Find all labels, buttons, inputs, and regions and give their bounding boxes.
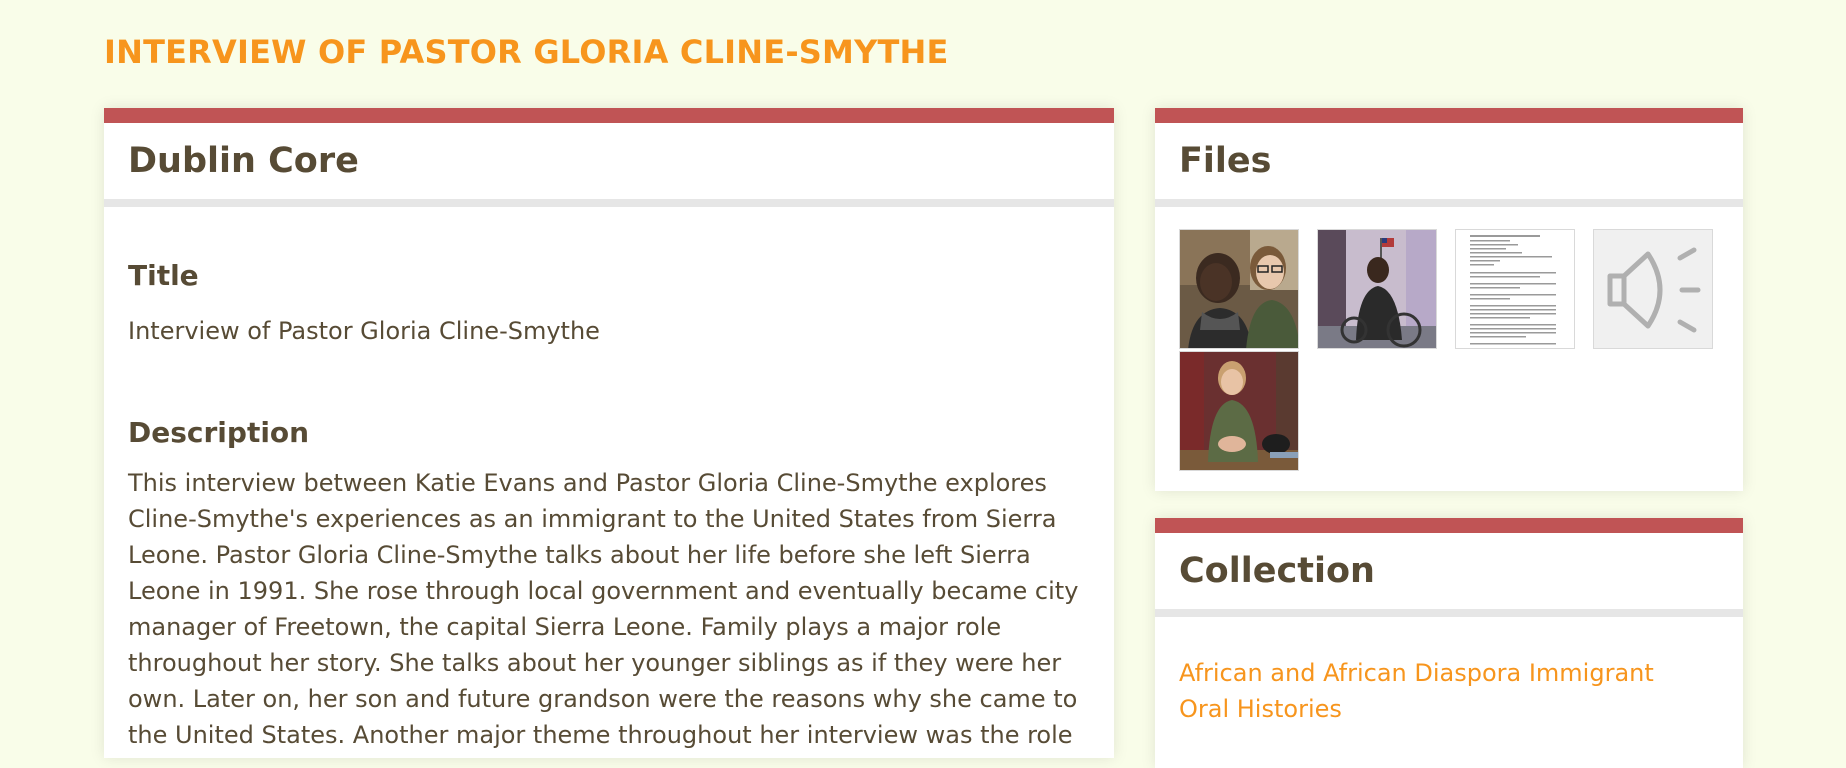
photo-woman-seated-icon <box>1318 230 1436 348</box>
files-heading: Files <box>1179 141 1272 181</box>
files-panel: Files <box>1155 108 1743 491</box>
description-value: This interview between Katie Evans and P… <box>128 469 1079 758</box>
speaker-audio-icon <box>1594 230 1712 348</box>
title-value: Interview of Pastor Gloria Cline-Smythe <box>128 317 600 345</box>
description-label: Description <box>128 416 310 449</box>
file-thumbnail-photo-interviewer[interactable] <box>1179 351 1299 471</box>
photo-interviewer-icon <box>1180 352 1298 470</box>
collection-header: Collection <box>1155 533 1743 617</box>
page-title: INTERVIEW OF PASTOR GLORIA CLINE-SMYTHE <box>104 33 949 71</box>
file-thumbnail-photo-two-women[interactable] <box>1179 229 1299 349</box>
dublin-core-header: Dublin Core <box>104 123 1114 207</box>
transcript-document-icon <box>1456 230 1574 348</box>
collection-heading: Collection <box>1179 551 1375 591</box>
dublin-core-heading: Dublin Core <box>128 141 359 181</box>
file-thumbnail-document[interactable] <box>1455 229 1575 349</box>
collection-panel: Collection African and African Diaspora … <box>1155 518 1743 768</box>
files-header: Files <box>1155 123 1743 207</box>
file-thumbnail-photo-woman-seated[interactable] <box>1317 229 1437 349</box>
file-thumbnail-audio[interactable] <box>1593 229 1713 349</box>
dublin-core-panel: Dublin Core Title Interview of Pastor Gl… <box>104 108 1114 758</box>
photo-two-women-icon <box>1180 230 1298 348</box>
collection-link[interactable]: African and African Diaspora Immigrant O… <box>1179 655 1699 727</box>
title-label: Title <box>128 259 199 292</box>
